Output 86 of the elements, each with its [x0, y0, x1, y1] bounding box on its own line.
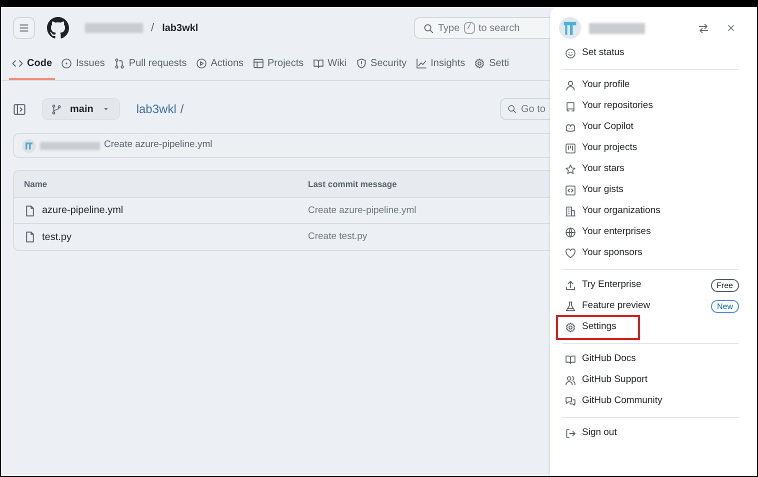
menu-item[interactable]: Try Enterprise Free [558, 275, 743, 296]
menu-item[interactable]: Your stars [558, 159, 743, 180]
copilot-icon [565, 122, 576, 133]
search-placeholder: Type [438, 22, 460, 36]
person-icon [565, 80, 576, 91]
sign-out-icon [565, 428, 576, 439]
repo-tab[interactable]: Setti [471, 52, 512, 80]
file-link[interactable]: test.py [42, 230, 72, 244]
repo-tab[interactable]: Projects [250, 52, 307, 80]
menu-badge: New [710, 300, 739, 313]
redacted-username [40, 142, 100, 150]
star-icon [565, 164, 576, 175]
repo-tab[interactable]: Actions [192, 52, 247, 80]
redacted-username [589, 22, 645, 34]
slash-key: / [464, 22, 474, 34]
menu-item[interactable]: Your organizations [558, 201, 743, 222]
code-icon [12, 58, 23, 69]
book-icon [312, 58, 324, 69]
pull-request-icon [114, 58, 125, 69]
menu-item[interactable]: Your enterprises [558, 222, 743, 243]
file-icon [24, 231, 36, 243]
file-link[interactable]: azure-pipeline.yml [42, 203, 124, 218]
menu-item[interactable]: Set status [558, 43, 743, 64]
menu-item[interactable]: GitHub Support [558, 370, 743, 391]
menu-item[interactable]: GitHub Docs [558, 349, 743, 370]
column-header: Last commit message [308, 178, 397, 189]
breadcrumb-repo-link[interactable]: lab3wkl [136, 100, 176, 118]
upload-icon [565, 280, 576, 291]
avatar-icon [22, 138, 36, 152]
menu-item[interactable]: Your profile [558, 75, 743, 96]
search-field[interactable]: Type / to search [414, 17, 550, 39]
menu-item[interactable]: GitHub Community [558, 391, 743, 412]
play-circle-icon [196, 58, 207, 69]
file-icon [24, 204, 36, 216]
menu-item[interactable]: Your sponsors [558, 243, 743, 264]
menu-item[interactable]: Settings [558, 317, 638, 338]
book-icon [565, 354, 576, 365]
repo-tab[interactable]: Insights [412, 52, 468, 80]
menu-item[interactable]: Sign out [558, 423, 743, 444]
menu-item[interactable]: Feature preview New [558, 296, 743, 317]
people-icon [565, 375, 576, 386]
search-icon [507, 104, 517, 114]
heart-icon [565, 248, 576, 259]
redacted-username [85, 23, 143, 33]
sidebar-toggle-icon [13, 102, 26, 116]
menu-item[interactable]: Your Copilot [558, 117, 743, 138]
circle-dot-icon [61, 58, 72, 69]
project-board-icon [565, 143, 576, 154]
menu-button[interactable] [13, 17, 35, 39]
globe-icon [565, 227, 576, 238]
commit-message: Create test.py [308, 231, 368, 242]
building-icon [565, 206, 576, 217]
repository-icon [565, 101, 576, 112]
shield-icon [356, 58, 367, 69]
path-separator: / [151, 20, 154, 36]
branch-button[interactable]: main [42, 98, 120, 120]
repo-tab[interactable]: Security [352, 52, 410, 80]
repo-tab[interactable]: Code [9, 52, 55, 80]
smiley-icon [565, 48, 576, 59]
line-graph-icon [416, 58, 427, 69]
table-icon [252, 58, 264, 69]
close-icon [726, 23, 736, 33]
octocat-logo-icon[interactable] [47, 17, 69, 39]
breadcrumb-separator: / [180, 101, 184, 118]
menu-item[interactable]: Your gists [558, 180, 743, 201]
code-square-icon [565, 185, 576, 196]
commit-message: Create azure-pipeline.yml [308, 204, 416, 216]
menu-badge: Free [710, 279, 739, 292]
menu-icon [18, 22, 30, 34]
speech-bubbles-icon [565, 396, 576, 407]
swap-arrows-icon [698, 22, 708, 34]
search-icon [423, 22, 434, 34]
repo-name-link[interactable]: lab3wkl [162, 20, 198, 36]
flask-icon [565, 301, 576, 312]
column-header: Name [24, 178, 48, 189]
commit-message: Create azure-pipeline.yml [104, 138, 212, 152]
repo-tab[interactable]: Wiki [310, 52, 350, 80]
menu-item[interactable]: Your projects [558, 138, 743, 159]
branch-icon [51, 104, 62, 114]
menu-item[interactable]: Your repositories [558, 96, 743, 117]
search-placeholder: to search [478, 22, 520, 36]
gear-icon [565, 322, 576, 333]
repo-tab[interactable]: Issues [58, 52, 108, 80]
gear-icon [474, 58, 486, 69]
avatar-icon [559, 17, 581, 39]
repo-tab[interactable]: Pull requests [110, 52, 190, 80]
